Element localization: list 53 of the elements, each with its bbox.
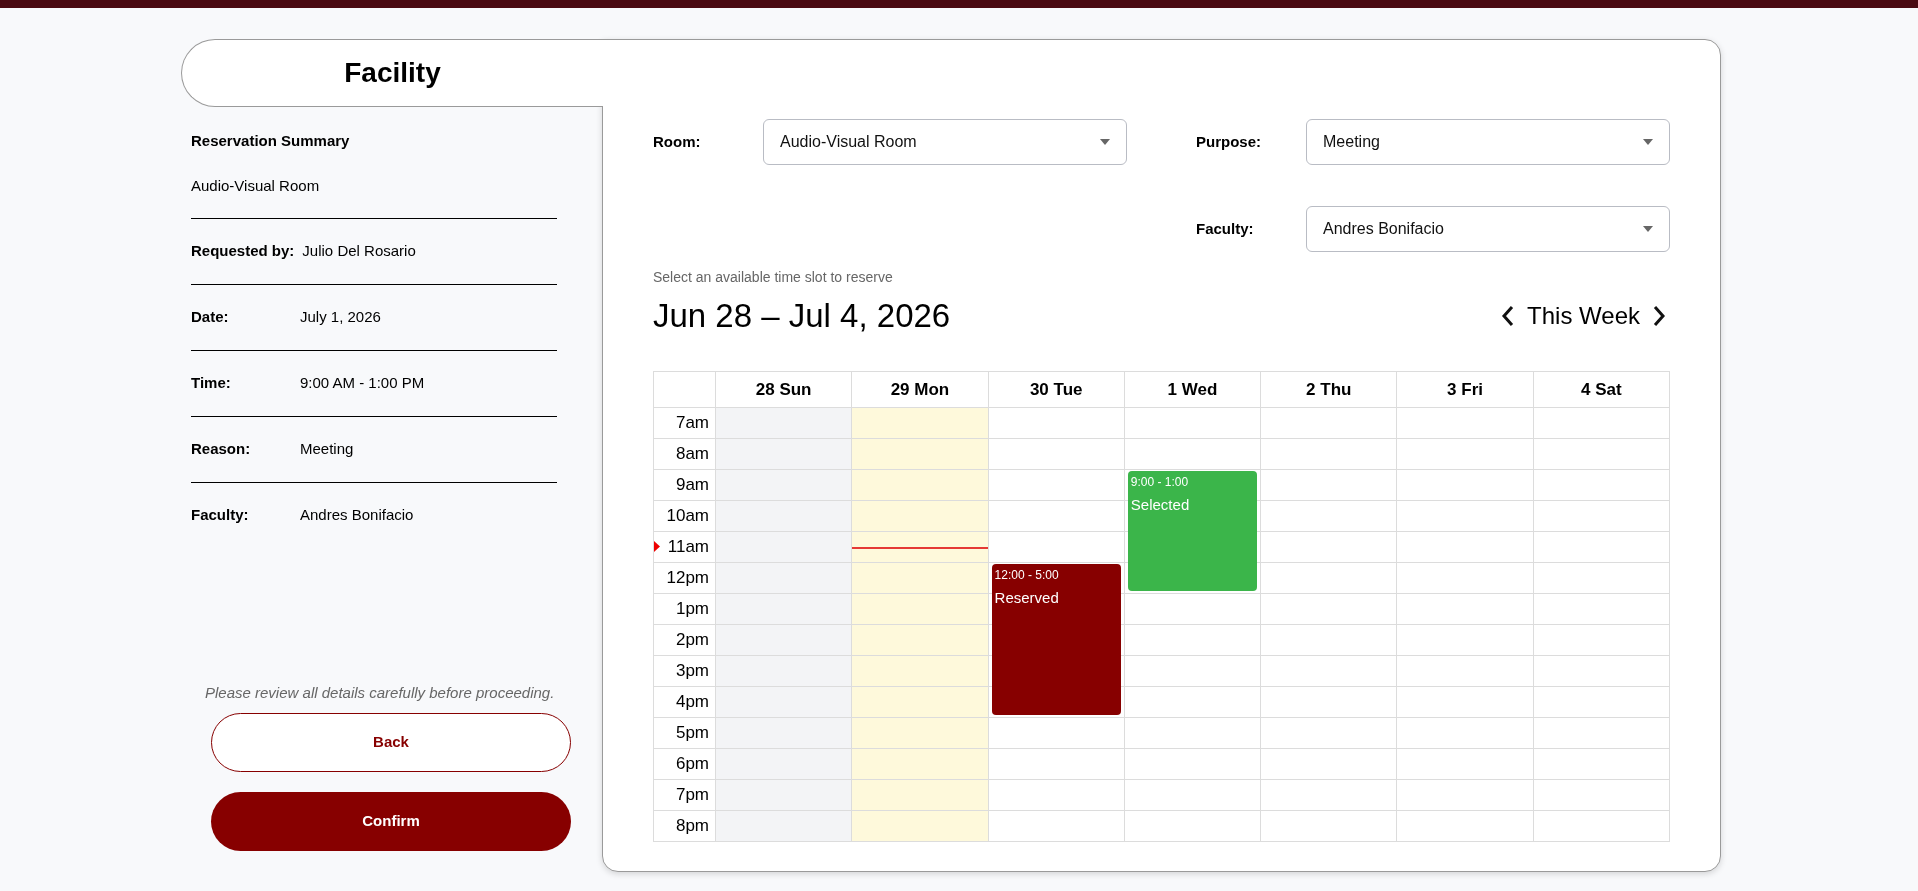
field-label: Room: — [653, 131, 702, 152]
summary-label: Faculty: — [191, 505, 250, 526]
summary-value: Julio Del Rosario — [302, 241, 416, 262]
summary-value: Andres Bonifacio — [300, 505, 414, 526]
day-header: 1 Wed — [1123, 371, 1261, 407]
facility-tab[interactable]: Facility — [181, 39, 603, 107]
hour-label: 11am — [667, 536, 709, 559]
dropdown[interactable]: Audio-Visual Room — [763, 119, 1127, 165]
hour-label: 6pm — [675, 753, 709, 776]
confirm-button[interactable]: Confirm — [211, 792, 571, 851]
week-range: Jun 28 – Jul 4, 2026 — [653, 296, 951, 336]
hour-label: 8pm — [675, 815, 709, 838]
summary-label: Date: — [191, 307, 230, 328]
hour-label: 12pm — [666, 567, 709, 590]
caret-icon — [1643, 226, 1653, 232]
field-label: Faculty: — [1196, 218, 1255, 239]
hint-text: Select an available time slot to reserve — [653, 268, 894, 287]
summary-value: Meeting — [300, 439, 354, 460]
hour-label: 1pm — [675, 598, 709, 621]
event-block[interactable]: 12:00 - 5:00 Reserved — [991, 564, 1121, 715]
back-button[interactable]: Back — [211, 713, 571, 772]
summary-value: 9:00 AM - 1:00 PM — [300, 373, 425, 394]
hour-label: 2pm — [675, 629, 709, 652]
hour-label: 8am — [675, 443, 709, 466]
dropdown[interactable]: Andres Bonifacio — [1306, 206, 1670, 252]
hour-label: 7am — [675, 412, 709, 435]
hour-label: 5pm — [675, 722, 709, 745]
summary-title: Reservation Summary — [191, 131, 351, 151]
summary-label: Reason: — [191, 439, 252, 460]
chevron-left-icon — [1501, 305, 1516, 327]
field-label: Purpose: — [1196, 131, 1262, 152]
hour-label: 4pm — [675, 691, 709, 714]
hour-label: 3pm — [675, 660, 709, 683]
summary-label: Time: — [191, 373, 232, 394]
chevron-right-icon — [1652, 305, 1666, 327]
dropdown[interactable]: Meeting — [1306, 119, 1670, 165]
day-header: 3 Fri — [1396, 371, 1533, 407]
caret-icon — [1643, 139, 1653, 145]
day-header: 30 Tue — [987, 371, 1124, 407]
hour-label: 9am — [675, 474, 709, 497]
hour-label: 7pm — [675, 784, 709, 807]
day-header: 28 Sun — [715, 371, 852, 407]
day-header: 29 Mon — [851, 371, 988, 407]
summary-value: July 1, 2026 — [300, 307, 381, 328]
review-note: Please review all details carefully before proceeding. — [205, 682, 555, 703]
day-header: 2 Thu — [1260, 371, 1397, 407]
caret-icon — [1100, 139, 1110, 145]
hour-label: 10am — [666, 505, 709, 528]
day-header: 4 Sat — [1532, 371, 1669, 407]
summary-label: Requested by: — [191, 241, 295, 262]
time-marker-icon — [654, 541, 660, 552]
this-week-button[interactable]: This Week — [1527, 298, 1640, 334]
room-name: Audio-Visual Room — [191, 175, 321, 196]
